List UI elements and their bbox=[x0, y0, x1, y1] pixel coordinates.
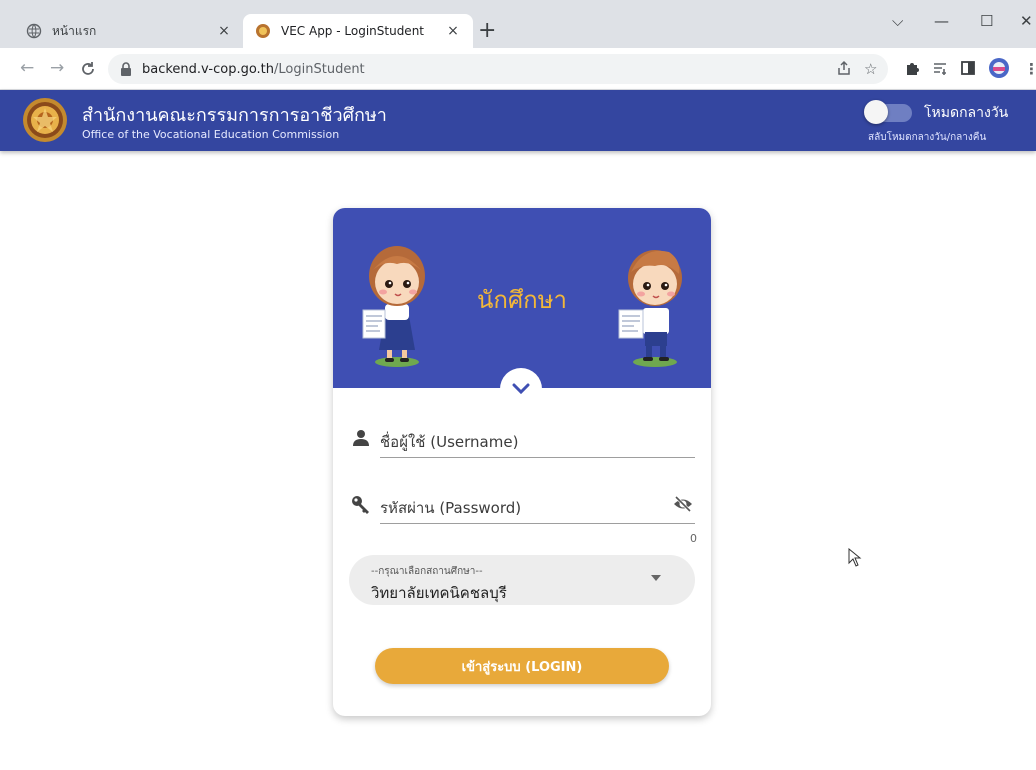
tab-search-icon[interactable]: ⌵ bbox=[892, 12, 903, 30]
maximize-button[interactable]: ☐ bbox=[980, 12, 993, 30]
tab-login-student[interactable]: VEC App - LoginStudent × bbox=[243, 14, 473, 48]
tab-title: VEC App - LoginStudent bbox=[281, 24, 424, 38]
school-select-label: --กรุณาเลือกสถานศึกษา-- bbox=[371, 566, 483, 577]
org-name-thai: สำนักงานคณะกรรมการการอาชีวศึกษา bbox=[82, 105, 387, 126]
mouse-cursor-icon bbox=[848, 548, 862, 567]
dropdown-caret-icon bbox=[651, 575, 661, 581]
login-card-hero: นักศึกษา bbox=[333, 208, 711, 388]
password-char-counter: 0 bbox=[690, 532, 697, 545]
new-tab-button[interactable]: + bbox=[478, 18, 496, 44]
reload-icon[interactable] bbox=[80, 61, 96, 77]
close-window-button[interactable]: ✕ bbox=[1020, 12, 1033, 30]
address-bar[interactable]: backend.v-cop.go.th /LoginStudent bbox=[108, 54, 888, 84]
login-card: นักศึกษา ชื่อผู้ใช้ (Username) รหัสผ่าน … bbox=[333, 208, 711, 716]
username-label: ชื่อผู้ใช้ (Username) bbox=[380, 433, 519, 451]
username-field[interactable]: ชื่อผู้ใช้ (Username) bbox=[351, 418, 695, 458]
tab-close-icon[interactable]: × bbox=[445, 23, 461, 39]
tab-close-icon[interactable]: × bbox=[216, 23, 232, 39]
tab-title: หน้าแรก bbox=[52, 23, 97, 38]
expand-button[interactable] bbox=[500, 368, 542, 410]
eye-off-icon[interactable] bbox=[673, 494, 693, 514]
globe-icon bbox=[26, 23, 42, 39]
url-path: /LoginStudent bbox=[274, 61, 365, 77]
chrome-menu-icon[interactable]: ⋮ bbox=[1024, 60, 1036, 78]
chevron-down-icon bbox=[512, 383, 530, 395]
password-underline bbox=[380, 523, 695, 524]
profile-avatar-icon[interactable] bbox=[988, 57, 1010, 79]
browser-tab-bar: หน้าแรก × VEC App - LoginStudent × + ⌵ —… bbox=[0, 0, 1036, 48]
student-boy-illustration bbox=[618, 250, 682, 367]
username-underline bbox=[380, 457, 695, 458]
mode-switch-hint: สลับโหมดกลางวัน/กลางคืน bbox=[868, 132, 987, 143]
key-icon bbox=[352, 496, 369, 514]
password-label: รหัสผ่าน (Password) bbox=[380, 499, 522, 517]
school-select[interactable]: --กรุณาเลือกสถานศึกษา-- วิทยาลัยเทคนิคชล… bbox=[349, 555, 695, 605]
toggle-knob[interactable] bbox=[864, 100, 888, 124]
minimize-button[interactable]: — bbox=[934, 12, 949, 30]
back-arrow-icon[interactable]: ← bbox=[20, 58, 34, 78]
org-name-english: Office of the Vocational Education Commi… bbox=[82, 128, 340, 141]
browser-toolbar: ← → backend.v-cop.go.th /LoginStudent ☆ … bbox=[0, 48, 1036, 90]
reading-list-icon[interactable] bbox=[932, 60, 948, 76]
user-icon bbox=[353, 430, 369, 446]
lock-icon bbox=[121, 62, 131, 76]
forward-arrow-icon[interactable]: → bbox=[50, 58, 64, 78]
mode-label: โหมดกลางวัน bbox=[924, 105, 1009, 121]
extensions-puzzle-icon[interactable] bbox=[904, 60, 920, 76]
vec-logo-icon bbox=[23, 98, 67, 142]
site-header: สำนักงานคณะกรรมการการอาชีวศึกษา Office o… bbox=[0, 90, 1036, 151]
url-host: backend.v-cop.go.th bbox=[142, 61, 275, 77]
login-button[interactable]: เข้าสู่ระบบ (LOGIN) bbox=[375, 648, 669, 684]
share-icon[interactable] bbox=[836, 60, 852, 76]
password-field[interactable]: รหัสผ่าน (Password) bbox=[351, 484, 695, 524]
vec-favicon-icon bbox=[256, 24, 270, 38]
bookmark-star-icon[interactable]: ☆ bbox=[864, 60, 877, 78]
school-select-value: วิทยาลัยเทคนิคชลบุรี bbox=[371, 584, 507, 602]
side-panel-icon[interactable] bbox=[960, 60, 976, 76]
tab-home[interactable]: หน้าแรก × bbox=[14, 14, 244, 48]
